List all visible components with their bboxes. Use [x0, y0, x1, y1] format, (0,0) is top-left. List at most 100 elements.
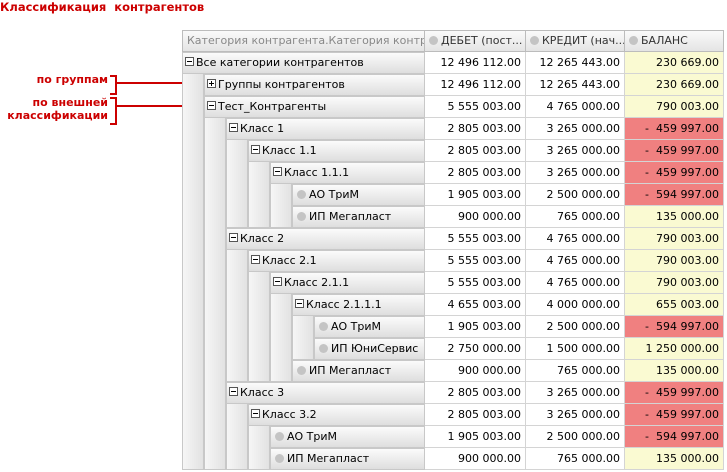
tree-indent-bar: [226, 140, 248, 228]
cell-credit: 3 265 000.00: [526, 404, 625, 426]
cell-balance: 790 003.00: [625, 96, 724, 118]
cell-credit: 765 000.00: [526, 360, 625, 382]
row-header[interactable]: Класс 2.1.1.1: [292, 294, 425, 316]
annotation-bracket-external: [110, 97, 117, 125]
tree-indent-bar: [182, 74, 204, 470]
collapse-icon[interactable]: [251, 255, 260, 264]
row-header-label: Класс 3: [240, 386, 285, 399]
row-header-label: АО ТриМ: [287, 430, 338, 443]
tree-indent-bar: [292, 316, 314, 360]
cell-balance: 790 003.00: [625, 272, 724, 294]
row-header-label: Класс 2.1.1: [284, 276, 350, 289]
row-header[interactable]: Класс 2.1.1: [270, 272, 425, 294]
cell-credit: 2 500 000.00: [526, 184, 625, 206]
cell-debit: 5 555 003.00: [425, 228, 526, 250]
row-header[interactable]: ИП Мегапласт: [270, 448, 425, 470]
cell-balance: - 459 997.00: [625, 140, 724, 162]
cell-balance: 790 003.00: [625, 228, 724, 250]
row-header[interactable]: Тест_Контрагенты: [204, 96, 425, 118]
sort-icon: [629, 36, 638, 45]
tree-indent-bar: [204, 118, 226, 470]
cell-balance: - 459 997.00: [625, 162, 724, 184]
cell-debit: 5 555 003.00: [425, 272, 526, 294]
cell-credit: 765 000.00: [526, 206, 625, 228]
cell-debit: 900 000.00: [425, 448, 526, 470]
member-icon: [275, 454, 284, 463]
row-header[interactable]: Класс 1: [226, 118, 425, 140]
tree-indent-bar: [270, 184, 292, 228]
tree-indent-bar: [270, 294, 292, 382]
cell-balance: 135 000.00: [625, 206, 724, 228]
cell-credit: 4 765 000.00: [526, 228, 625, 250]
row-header-label: Класс 2: [240, 232, 285, 245]
annotation-by-external: по внешней классификации: [2, 96, 108, 122]
row-header[interactable]: ИП Мегапласт: [292, 206, 425, 228]
annotation-bracket-groups: [110, 75, 117, 95]
cell-balance: - 459 997.00: [625, 118, 724, 140]
row-header-label: Класс 1.1.1: [284, 166, 350, 179]
cell-debit: 5 555 003.00: [425, 96, 526, 118]
expand-icon[interactable]: [207, 79, 216, 88]
row-header-label: ИП Мегапласт: [287, 452, 370, 465]
collapse-icon[interactable]: [295, 299, 304, 308]
collapse-icon[interactable]: [229, 387, 238, 396]
column-header-balance[interactable]: БАЛАНС: [624, 30, 724, 52]
cell-debit: 2 750 000.00: [425, 338, 526, 360]
row-header[interactable]: ИП ЮниСервис: [314, 338, 425, 360]
row-header[interactable]: Класс 1.1: [248, 140, 425, 162]
annotation-by-groups: по группам: [20, 73, 108, 86]
member-icon: [297, 212, 306, 221]
collapse-icon[interactable]: [185, 57, 194, 66]
row-header[interactable]: Класс 2: [226, 228, 425, 250]
row-header-label: Группы контрагентов: [218, 78, 345, 91]
collapse-icon[interactable]: [251, 409, 260, 418]
cell-debit: 1 905 003.00: [425, 426, 526, 448]
cell-balance: 230 669.00: [625, 52, 724, 74]
page-title: Классификация контрагентов: [0, 0, 205, 14]
collapse-icon[interactable]: [229, 123, 238, 132]
row-header[interactable]: Все категории контрагентов: [182, 52, 425, 74]
row-header[interactable]: АО ТриМ: [314, 316, 425, 338]
row-header[interactable]: Группы контрагентов: [204, 74, 425, 96]
collapse-icon[interactable]: [229, 233, 238, 242]
annotation-by-external-line1: по внешней: [32, 96, 108, 109]
cell-credit: 4 765 000.00: [526, 96, 625, 118]
cell-balance: - 594 997.00: [625, 316, 724, 338]
cell-credit: 2 500 000.00: [526, 316, 625, 338]
cell-credit: 1 500 000.00: [526, 338, 625, 360]
collapse-icon[interactable]: [251, 145, 260, 154]
row-header[interactable]: Класс 3: [226, 382, 425, 404]
column-header-credit[interactable]: КРЕДИТ (нач...: [525, 30, 625, 52]
member-icon: [319, 322, 328, 331]
cell-debit: 5 555 003.00: [425, 250, 526, 272]
cell-credit: 2 500 000.00: [526, 426, 625, 448]
sort-icon: [530, 36, 539, 45]
row-header[interactable]: АО ТриМ: [270, 426, 425, 448]
annotation-by-external-line2: классификации: [7, 109, 108, 122]
cell-debit: 2 805 003.00: [425, 140, 526, 162]
cell-credit: 12 265 443.00: [526, 52, 625, 74]
row-header-label: АО ТриМ: [309, 188, 360, 201]
cell-balance: - 594 997.00: [625, 426, 724, 448]
cell-balance: 790 003.00: [625, 250, 724, 272]
cell-debit: 2 805 003.00: [425, 118, 526, 140]
collapse-icon[interactable]: [273, 167, 282, 176]
cell-balance: 655 003.00: [625, 294, 724, 316]
row-header[interactable]: Класс 1.1.1: [270, 162, 425, 184]
cell-balance: 1 250 000.00: [625, 338, 724, 360]
collapse-icon[interactable]: [273, 277, 282, 286]
row-header-label: Класс 1: [240, 122, 285, 135]
row-header-label: Класс 2.1: [262, 254, 317, 267]
member-icon: [275, 432, 284, 441]
column-header-debit[interactable]: ДЕБЕТ (пост...: [424, 30, 526, 52]
row-header-label: Тест_Контрагенты: [218, 100, 327, 113]
row-header[interactable]: Класс 2.1: [248, 250, 425, 272]
row-header[interactable]: Класс 3.2: [248, 404, 425, 426]
cell-credit: 3 265 000.00: [526, 162, 625, 184]
header-balance-label: БАЛАНС: [641, 34, 688, 47]
cell-debit: 2 805 003.00: [425, 162, 526, 184]
row-header[interactable]: АО ТриМ: [292, 184, 425, 206]
row-header[interactable]: ИП Мегапласт: [292, 360, 425, 382]
column-header-category[interactable]: Категория контрагента.Категория контр...: [182, 30, 425, 52]
collapse-icon[interactable]: [207, 101, 216, 110]
